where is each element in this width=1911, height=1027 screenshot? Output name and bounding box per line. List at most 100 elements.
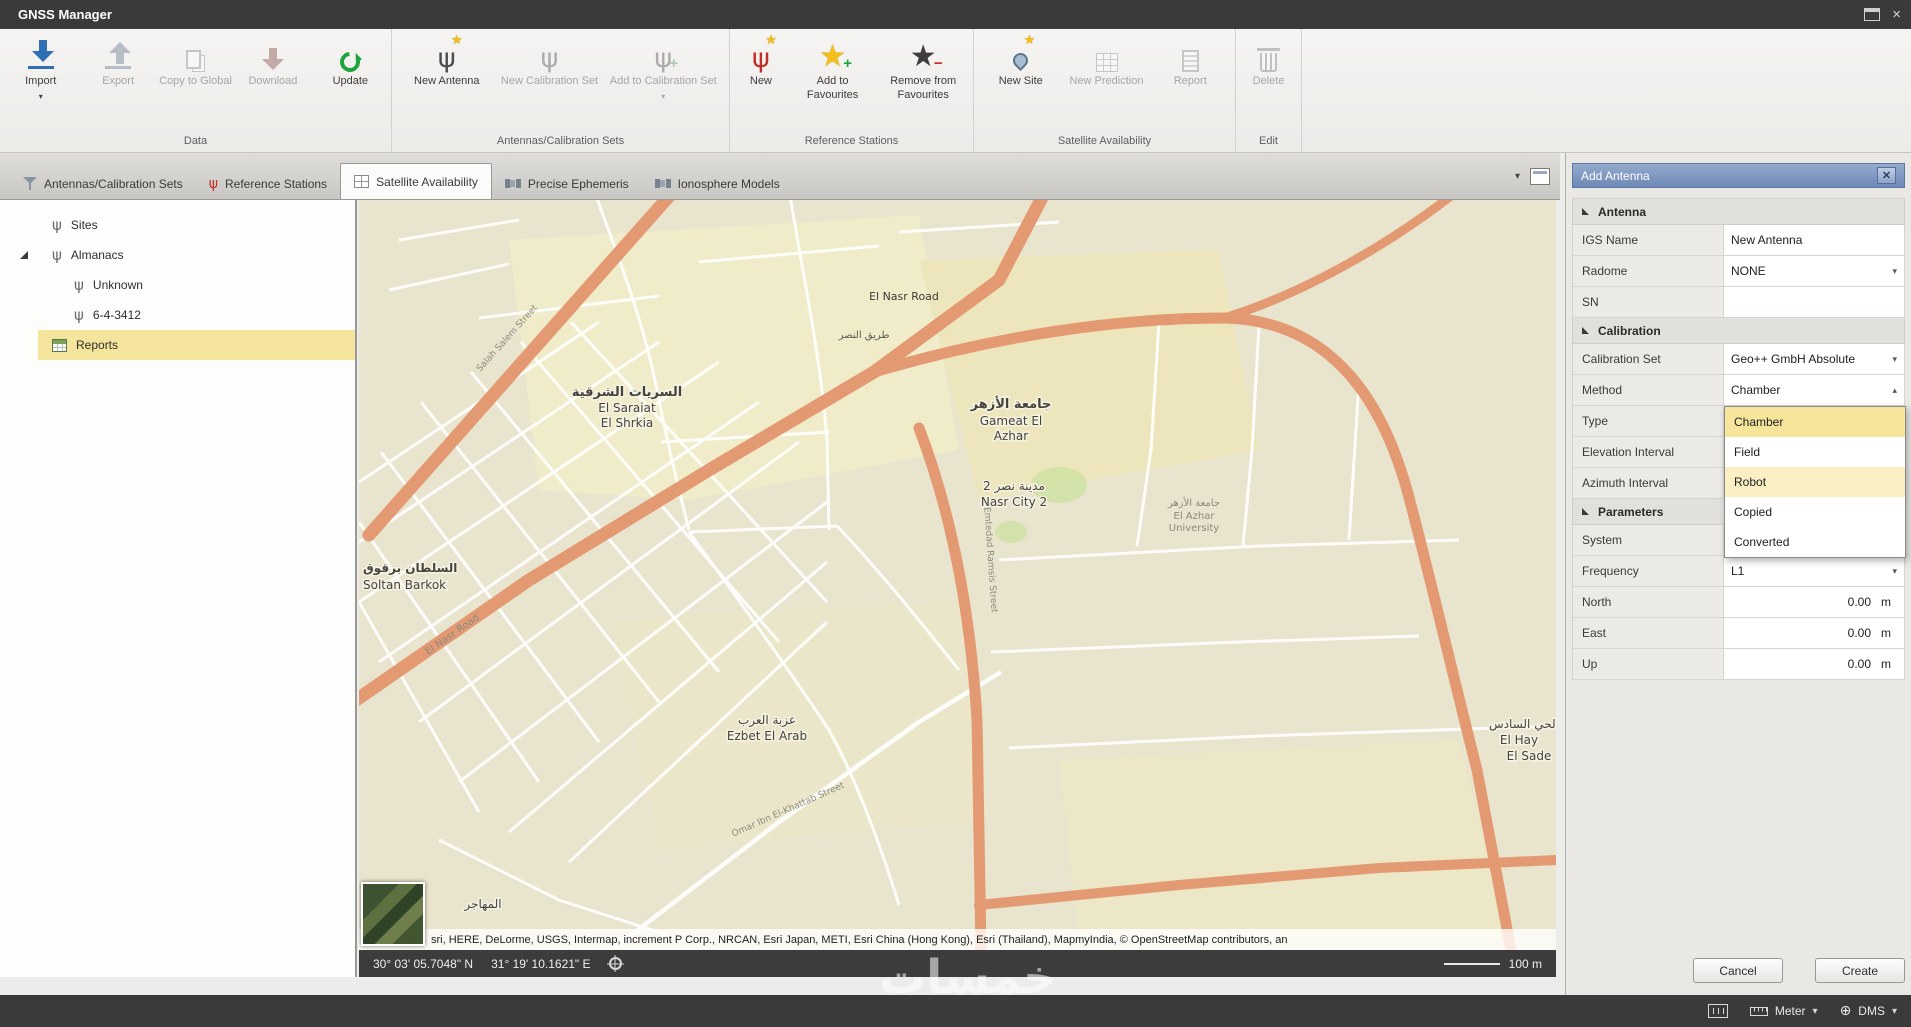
antenna-plus-icon: ψ + xyxy=(654,43,679,74)
export-button: Export xyxy=(79,31,156,89)
reports-icon xyxy=(52,338,67,352)
copy-icon xyxy=(185,36,206,72)
group-label-edit: Edit xyxy=(1259,135,1278,147)
map-label-azhar-ar: جامعة الأزهر xyxy=(970,395,1052,412)
scale-label: 100 m xyxy=(1508,956,1542,971)
cancel-button[interactable]: Cancel xyxy=(1693,958,1783,983)
tab-antennas-calibration-sets[interactable]: Antennas/Calibration Sets xyxy=(10,168,196,199)
map-label-saraiat-en2: El Shrkia xyxy=(601,416,654,430)
locate-crosshair-icon[interactable] xyxy=(608,957,622,970)
section-calibration[interactable]: Calibration xyxy=(1572,318,1905,344)
expander-icon[interactable] xyxy=(20,251,28,259)
radome-select[interactable]: NONE ▾ xyxy=(1724,256,1905,287)
pin-star-icon: ★ xyxy=(1010,33,1035,72)
scale-line xyxy=(1443,962,1500,965)
map-label-saraiat-ar: السريات الشرقية xyxy=(572,385,682,400)
elevation-interval-label: Elevation Interval xyxy=(1572,437,1724,468)
refresh-icon xyxy=(336,36,365,77)
globe-icon: ⊕ xyxy=(1839,1003,1852,1019)
map-label-nasr-city-en: Nasr City 2 xyxy=(981,495,1047,509)
radome-label: Radome xyxy=(1572,256,1724,287)
copy-to-global-button: Copy to Global xyxy=(157,31,234,89)
export-icon xyxy=(105,36,132,72)
update-button[interactable]: Update xyxy=(312,31,389,89)
title-bar: GNSS Manager × xyxy=(0,0,1911,29)
chevron-down-icon: ▾ xyxy=(1892,353,1897,364)
almanacs-icon: ψ xyxy=(52,245,62,264)
map-view[interactable]: El Nasr Road طريق النصر El Nasr Road Sal… xyxy=(359,200,1556,950)
method-option-copied[interactable]: Copied xyxy=(1725,497,1905,527)
map-label-azhar-en1: Gameat El xyxy=(980,414,1043,428)
up-field[interactable]: 0.00 m xyxy=(1724,649,1905,680)
collapse-triangle-icon xyxy=(1582,508,1589,515)
map-label-saraiat-en1: El Saraiat xyxy=(598,401,656,415)
satellite-icon xyxy=(504,178,521,189)
tab-precise-ephemeris[interactable]: Precise Ephemeris xyxy=(492,168,642,199)
frequency-select[interactable]: L1 ▾ xyxy=(1724,556,1905,587)
east-field[interactable]: 0.00 m xyxy=(1724,618,1905,649)
north-field[interactable]: 0.00 m xyxy=(1724,587,1905,618)
almanac-icon: ψ xyxy=(74,305,84,324)
frequency-label: Frequency xyxy=(1572,556,1724,587)
group-label-satellite-availability: Satellite Availability xyxy=(1057,135,1152,147)
unit-selector[interactable]: Meter ▾ xyxy=(1749,1004,1818,1018)
new-site-button[interactable]: ★ New Site xyxy=(988,31,1054,89)
ribbon-group-reference-stations: ψ ★ New ★ + Add to Favourites ★ − Remove fr… xyxy=(730,29,974,152)
import-button[interactable]: Import ▾ xyxy=(2,31,79,102)
type-label: Type xyxy=(1572,406,1724,437)
map-label-ezbet-ar: عزبة العرب xyxy=(738,713,796,728)
method-select[interactable]: Chamber ▴ xyxy=(1724,375,1905,406)
coordinate-format-selector[interactable]: ⊕ DMS ▾ xyxy=(1840,1003,1897,1019)
download-icon xyxy=(261,36,284,72)
method-option-field[interactable]: Field xyxy=(1725,437,1905,467)
map-label-soltan-en: Soltan Barkok xyxy=(363,578,446,592)
tree-item-almanacs[interactable]: ψ Almanacs xyxy=(0,240,355,270)
calibration-set-select[interactable]: Geo++ GmbH Absolute ▾ xyxy=(1724,344,1905,375)
new-calibration-set-button: ψ New Calibration Set xyxy=(500,31,600,89)
section-antenna[interactable]: Antenna xyxy=(1572,199,1905,225)
create-button[interactable]: Create xyxy=(1815,958,1905,983)
new-reference-station-button[interactable]: ψ ★ New xyxy=(732,31,790,89)
tree-item-almanac-6-4-3412[interactable]: ψ 6-4-3412 xyxy=(0,300,355,330)
tree-item-reports[interactable]: Reports xyxy=(38,330,355,360)
system-label: System xyxy=(1572,525,1724,556)
latitude-readout: 30° 03' 05.7048" N xyxy=(373,956,474,971)
map-label-azhar-en2: Azhar xyxy=(994,429,1028,443)
panel-header: Add Antenna ✕ xyxy=(1572,163,1905,188)
window-layout-icon[interactable] xyxy=(1530,167,1550,185)
method-option-converted[interactable]: Converted xyxy=(1725,527,1905,557)
funnel-icon xyxy=(23,177,37,190)
close-icon[interactable]: × xyxy=(1892,7,1901,22)
delete-button: Delete xyxy=(1240,31,1298,89)
red-mast-icon: ψ ★ xyxy=(751,33,777,74)
basemap-thumbnail[interactable] xyxy=(361,882,425,946)
tab-overflow-arrow[interactable]: ▾ xyxy=(1515,171,1520,182)
ribbon-group-data: Import ▾ Export Copy to Global Download … xyxy=(0,29,392,152)
remove-from-favourites-button[interactable]: ★ − Remove from Favourites xyxy=(875,31,971,103)
chevron-down-icon: ▾ xyxy=(1891,1005,1897,1017)
tab-satellite-availability[interactable]: Satellite Availability xyxy=(340,163,492,199)
new-antenna-button[interactable]: ψ ★ New Antenna xyxy=(404,31,490,89)
ribbon-group-satellite-availability: ★ New Site New Prediction Report Satelli… xyxy=(974,29,1236,152)
group-label-antennas: Antennas/Calibration Sets xyxy=(496,135,625,147)
map-status-bar: 30° 03' 05.7048" N 31° 19' 10.1621" E 10… xyxy=(359,950,1556,977)
panel-close-icon[interactable]: ✕ xyxy=(1877,167,1896,184)
igs-name-label: IGS Name xyxy=(1572,225,1724,256)
longitude-readout: 31° 19' 10.1621" E xyxy=(491,956,591,971)
map-attribution: sri, HERE, DeLorme, USGS, Intermap, incr… xyxy=(359,929,1556,950)
tab-ionosphere-models[interactable]: Ionosphere Models xyxy=(642,168,793,199)
sn-field[interactable] xyxy=(1724,287,1905,318)
tree-item-unknown[interactable]: ψ Unknown xyxy=(0,270,355,300)
report-doc-icon xyxy=(1181,36,1199,72)
method-option-chamber[interactable]: Chamber xyxy=(1725,407,1905,437)
method-option-robot[interactable]: Robot xyxy=(1725,467,1905,497)
add-to-favourites-button[interactable]: ★ + Add to Favourites xyxy=(790,31,876,103)
igs-name-field[interactable]: New Antenna xyxy=(1724,225,1905,256)
keyboard-icon[interactable] xyxy=(1707,1004,1728,1018)
tree-item-sites[interactable]: ψ Sites xyxy=(0,210,355,240)
report-button: Report xyxy=(1159,31,1221,89)
sites-icon: ψ xyxy=(52,215,62,234)
tab-reference-stations[interactable]: ψ Reference Stations xyxy=(196,168,340,199)
restore-icon[interactable] xyxy=(1864,8,1881,21)
import-dropdown-arrow[interactable]: ▾ xyxy=(39,92,43,102)
